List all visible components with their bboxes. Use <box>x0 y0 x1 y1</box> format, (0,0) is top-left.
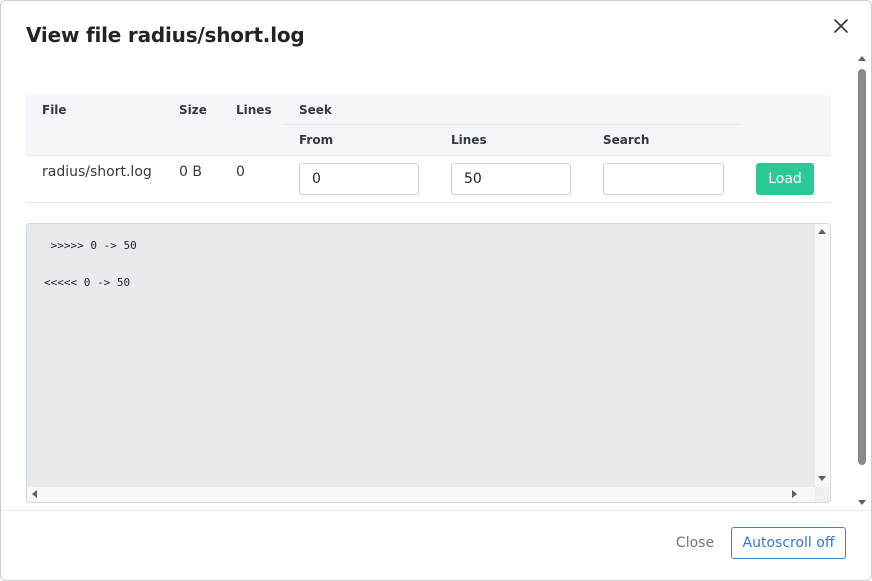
seek-from-input[interactable] <box>299 163 419 195</box>
header-search: Search <box>603 133 650 147</box>
table-header <box>26 95 831 156</box>
scrollbar-corner <box>815 487 830 502</box>
seek-divider <box>283 124 741 125</box>
modal-title: View file radius/short.log <box>26 23 305 47</box>
scroll-left-icon[interactable] <box>32 490 37 498</box>
header-lines: Lines <box>236 103 272 117</box>
header-seek: Seek <box>299 103 332 117</box>
autoscroll-toggle-button[interactable]: Autoscroll off <box>731 527 846 559</box>
footer-divider <box>1 510 871 511</box>
scroll-down-icon[interactable] <box>818 476 826 481</box>
cell-size: 0 B <box>179 164 202 180</box>
log-horizontal-scrollbar[interactable] <box>27 487 815 502</box>
load-button[interactable]: Load <box>756 163 814 195</box>
modal-scrollbar[interactable] <box>853 53 871 509</box>
log-line: <<<<< 0 -> 50 <box>44 276 131 289</box>
scroll-up-icon[interactable] <box>818 229 826 234</box>
file-info-table: File Size Lines Seek From Lines Search r… <box>26 95 831 203</box>
log-content: >>>>> 0 -> 50 <<<<< 0 -> 50 <box>27 224 815 487</box>
log-viewer[interactable]: >>>>> 0 -> 50 <<<<< 0 -> 50 <box>26 223 831 503</box>
cell-file: radius/short.log <box>42 164 152 180</box>
scroll-right-icon[interactable] <box>792 490 797 498</box>
cell-lines: 0 <box>236 164 245 180</box>
log-vertical-scrollbar[interactable] <box>815 224 830 487</box>
close-button[interactable]: Close <box>667 531 723 555</box>
seek-lines-input[interactable] <box>451 163 571 195</box>
scrollbar-thumb[interactable] <box>858 69 866 465</box>
header-size: Size <box>179 103 207 117</box>
close-icon[interactable] <box>830 15 852 37</box>
header-file: File <box>42 103 67 117</box>
header-from: From <box>299 133 334 147</box>
scroll-down-icon[interactable] <box>858 500 866 505</box>
header-seek-lines: Lines <box>451 133 487 147</box>
view-file-modal: View file radius/short.log File Size Lin… <box>0 0 872 581</box>
log-line: >>>>> 0 -> 50 <box>44 239 137 252</box>
scroll-up-icon[interactable] <box>858 56 866 61</box>
search-input[interactable] <box>603 163 724 195</box>
row-divider <box>26 202 831 203</box>
